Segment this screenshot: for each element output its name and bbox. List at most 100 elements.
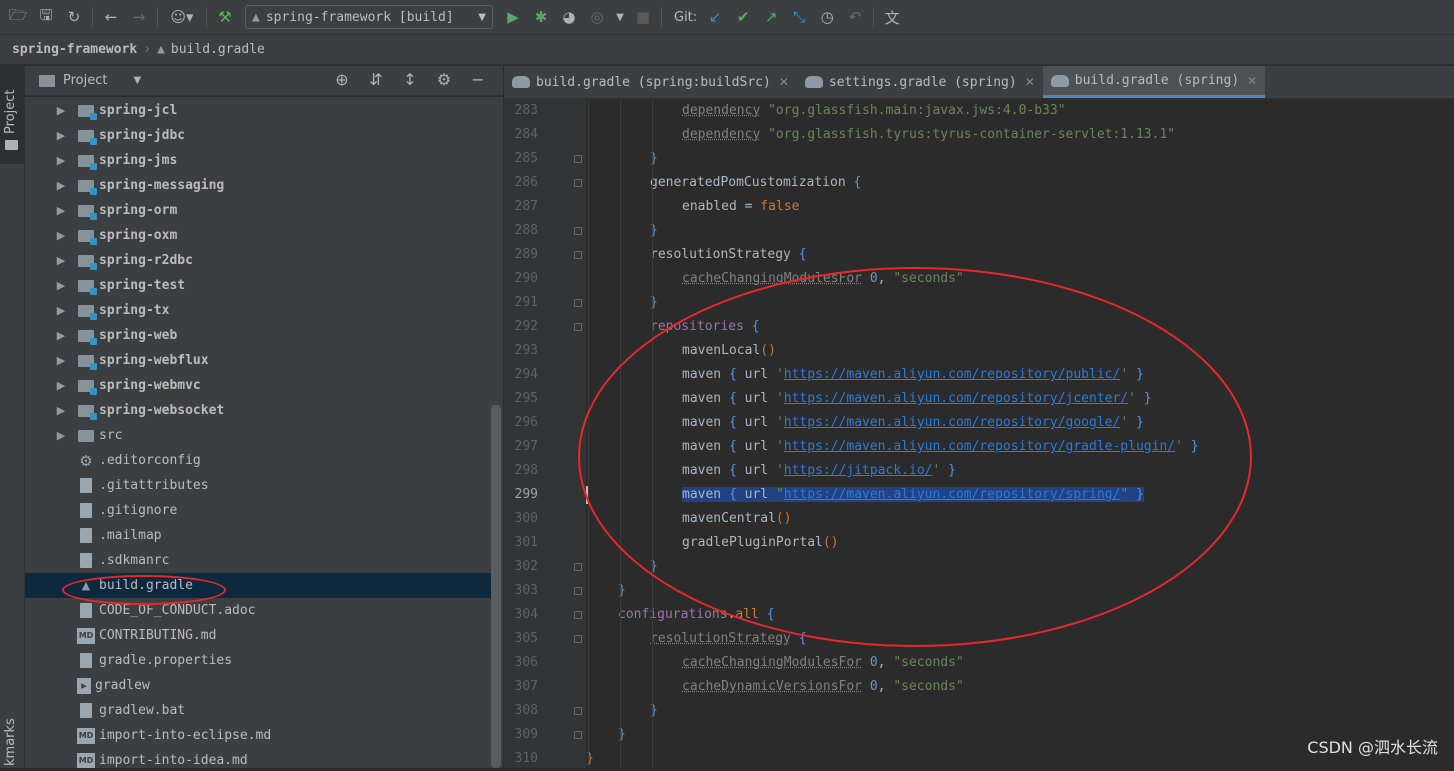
tree-item[interactable]: ▶ spring-messaging — [25, 173, 491, 198]
breadcrumb-file[interactable]: build.gradle — [171, 42, 265, 57]
chevron-right-icon[interactable]: ▶ — [51, 129, 71, 142]
project-tree-scrollbar[interactable] — [491, 405, 501, 768]
chevron-right-icon[interactable]: ▶ — [51, 279, 71, 292]
editor-tab[interactable]: build.gradle (spring:buildSrc) ✕ — [504, 66, 797, 98]
tree-item[interactable]: ▶ spring-websocket — [25, 398, 491, 423]
back-icon[interactable]: ← — [97, 4, 125, 30]
tree-item[interactable]: gradle.properties — [25, 648, 491, 673]
chevron-right-icon[interactable]: ▶ — [51, 329, 71, 342]
git-commit-icon[interactable]: ✔ — [729, 4, 757, 30]
tree-item[interactable]: ▸ gradlew — [25, 673, 491, 698]
chevron-right-icon[interactable]: ▶ — [51, 404, 71, 417]
fold-marker-icon[interactable] — [574, 563, 582, 571]
refresh-icon[interactable]: ↻ — [60, 4, 88, 30]
fold-marker-icon[interactable] — [574, 155, 582, 163]
forward-icon[interactable]: → — [125, 4, 153, 30]
tree-item[interactable]: .gitignore — [25, 498, 491, 523]
tree-item[interactable]: ▶ spring-jdbc — [25, 123, 491, 148]
tree-item[interactable]: gradlew.bat — [25, 698, 491, 723]
fold-marker-icon[interactable] — [574, 251, 582, 259]
chevron-right-icon[interactable]: ▶ — [51, 304, 71, 317]
translate-icon[interactable]: 文 — [878, 4, 906, 30]
fold-marker-icon[interactable] — [574, 731, 582, 739]
tree-item[interactable]: MD CONTRIBUTING.md — [25, 623, 491, 648]
line-number: 296 — [514, 415, 538, 430]
fold-marker-icon[interactable] — [574, 707, 582, 715]
tree-item[interactable]: ▶ src — [25, 423, 491, 448]
fold-marker-icon[interactable] — [574, 635, 582, 643]
profile-icon[interactable]: ◎ — [583, 4, 611, 30]
line-number: 310 — [514, 751, 538, 766]
project-tool-tab[interactable]: Project — [0, 66, 24, 164]
chevron-right-icon[interactable]: ▶ — [51, 154, 71, 167]
chevron-down-icon[interactable]: ▼ — [133, 75, 141, 86]
coverage-icon[interactable]: ◕ — [555, 4, 583, 30]
breadcrumb-project[interactable]: spring-framework — [12, 42, 137, 57]
open-folder-icon[interactable]: 🗁 — [4, 4, 32, 30]
save-icon[interactable]: 🖫 — [32, 4, 60, 30]
toolbar-divider — [873, 7, 875, 27]
tree-item[interactable]: ▶ spring-jcl — [25, 98, 491, 123]
chevron-right-icon[interactable]: ▶ — [51, 354, 71, 367]
gear-icon[interactable]: ⚙ — [427, 70, 461, 89]
collapse-all-icon[interactable]: ↕ — [393, 70, 427, 89]
tree-item[interactable]: ▶ spring-webmvc — [25, 373, 491, 398]
minimize-icon[interactable]: − — [461, 70, 495, 89]
tree-item-label: spring-tx — [99, 303, 170, 318]
debug-icon[interactable]: ✱ — [527, 4, 555, 30]
run-config-select[interactable]: ▲ spring-framework [build] ▼ — [245, 5, 493, 29]
git-merge-icon[interactable]: ⤡ — [785, 4, 813, 30]
chevron-right-icon[interactable]: ▶ — [51, 179, 71, 192]
locate-icon[interactable]: ⊕ — [325, 70, 359, 89]
chevron-right-icon[interactable]: ▶ — [51, 379, 71, 392]
close-icon[interactable]: ✕ — [1025, 75, 1035, 89]
git-update-icon[interactable]: ↙ — [701, 4, 729, 30]
close-icon[interactable]: ✕ — [779, 75, 789, 89]
tree-item[interactable]: ▶ spring-test — [25, 273, 491, 298]
fold-marker-icon[interactable] — [574, 611, 582, 619]
fold-marker-icon[interactable] — [574, 323, 582, 331]
tree-item[interactable]: ▶ spring-oxm — [25, 223, 491, 248]
chevron-right-icon[interactable]: ▶ — [51, 204, 71, 217]
tree-item[interactable]: MD import-into-eclipse.md — [25, 723, 491, 748]
tree-item[interactable]: ▶ spring-r2dbc — [25, 248, 491, 273]
fold-marker-icon[interactable] — [574, 587, 582, 595]
fold-marker-icon[interactable] — [574, 227, 582, 235]
tree-item[interactable]: .gitattributes — [25, 473, 491, 498]
chevron-right-icon[interactable]: ▶ — [51, 254, 71, 267]
chevron-right-icon[interactable]: ▶ — [51, 429, 71, 442]
close-icon[interactable]: ✕ — [1247, 74, 1257, 88]
tree-item[interactable]: MD import-into-idea.md — [25, 748, 491, 768]
stop-icon[interactable]: ■ — [629, 4, 657, 30]
tree-item[interactable]: ▶ spring-tx — [25, 298, 491, 323]
fold-marker-icon[interactable] — [574, 299, 582, 307]
chevron-right-icon[interactable]: ▶ — [51, 229, 71, 242]
expand-all-icon[interactable]: ⇵ — [359, 70, 393, 89]
tree-item[interactable]: .sdkmanrc — [25, 548, 491, 573]
build-hammer-icon[interactable]: ⚒ — [211, 4, 239, 30]
project-panel-title[interactable]: Project — [63, 73, 107, 88]
more-run-chevron-icon[interactable]: ▼ — [611, 4, 629, 30]
run-icon[interactable]: ▶ — [499, 4, 527, 30]
toolbar-divider — [661, 7, 662, 27]
chevron-right-icon[interactable]: ▶ — [51, 104, 71, 117]
editor-tab[interactable]: build.gradle (spring) ✕ — [1042, 66, 1266, 98]
tree-item[interactable]: ▶ spring-jms — [25, 148, 491, 173]
editor-tab[interactable]: settings.gradle (spring) ✕ — [797, 66, 1043, 98]
bookmarks-tool-tab[interactable]: kmarks — [3, 718, 18, 766]
tree-item[interactable]: ▶ spring-orm — [25, 198, 491, 223]
line-number: 295 — [514, 391, 538, 406]
tree-item[interactable]: ⚙ .editorconfig — [25, 448, 491, 473]
tree-item[interactable]: ▶ spring-webflux — [25, 348, 491, 373]
tree-item[interactable]: .mailmap — [25, 523, 491, 548]
history-icon[interactable]: ◷ — [813, 4, 841, 30]
toolbar-divider — [92, 7, 93, 27]
user-icon[interactable]: ☺▾ — [162, 4, 202, 30]
git-push-icon[interactable]: ↗ — [757, 4, 785, 30]
fold-marker-icon[interactable] — [574, 179, 582, 187]
tree-item[interactable]: ▶ spring-web — [25, 323, 491, 348]
line-number: 308 — [514, 703, 538, 718]
line-number: 309 — [514, 727, 538, 742]
rollback-icon[interactable]: ↶ — [841, 4, 869, 30]
